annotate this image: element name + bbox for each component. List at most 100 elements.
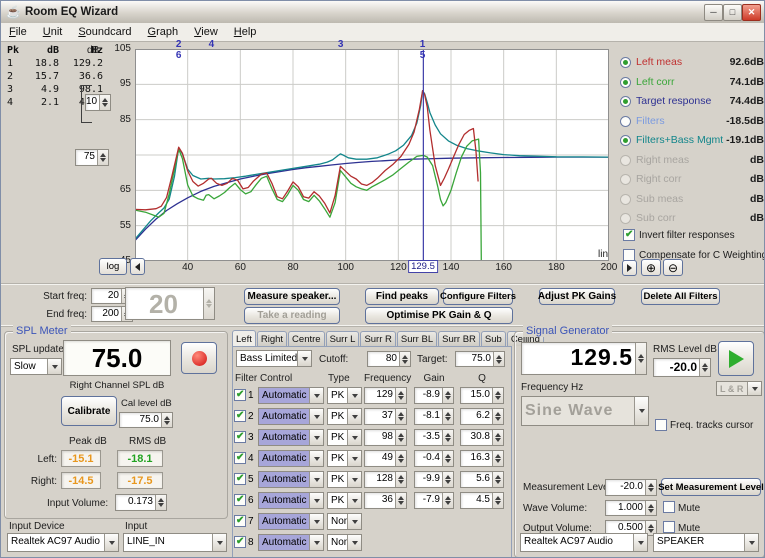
chevron-down-icon[interactable] <box>212 534 226 551</box>
take-a-reading-button[interactable]: Take a reading <box>244 307 340 324</box>
set-measurement-level-button[interactable]: Set Measurement Level <box>658 478 764 496</box>
filter-enable-checkbox-7[interactable] <box>234 515 246 527</box>
chevron-down-icon[interactable] <box>634 397 648 425</box>
chevron-down-icon[interactable] <box>309 493 323 508</box>
chevron-down-icon[interactable] <box>309 514 323 529</box>
record-button[interactable] <box>181 342 217 374</box>
filter-type-combo-7[interactable]: None <box>327 513 362 530</box>
menu-help[interactable]: Help <box>226 25 265 39</box>
chevron-down-icon[interactable] <box>309 430 323 445</box>
filter-gain-spinner-2[interactable]: -8.1 <box>414 408 454 425</box>
spinner-buttons[interactable] <box>635 343 646 374</box>
filter-frequency-spinner-1[interactable]: 129 <box>364 387 407 404</box>
zoom-in-button[interactable]: ⊕ <box>641 259 661 276</box>
adjust-pk-gains-button[interactable]: Adjust PK Gains <box>538 288 616 305</box>
chevron-down-icon[interactable] <box>347 451 361 466</box>
filter-type-combo-1[interactable]: PK <box>327 387 362 404</box>
menu-unit[interactable]: Unit <box>35 25 71 39</box>
configure-filters-button[interactable]: Configure Filters <box>440 288 516 305</box>
chevron-down-icon[interactable] <box>633 534 647 551</box>
filter-type-combo-5[interactable]: PK <box>327 471 362 488</box>
spinner-buttons[interactable] <box>442 388 453 403</box>
filter-q-spinner-1[interactable]: 15.0 <box>460 387 504 404</box>
input-volume-spinner[interactable]: 0.173 <box>115 494 167 511</box>
minimize-button[interactable]: ─ <box>704 4 723 21</box>
spinner-buttons[interactable] <box>399 352 410 366</box>
radio-filters[interactable] <box>620 115 631 127</box>
spinner-buttons[interactable] <box>395 409 406 424</box>
chevron-down-icon[interactable] <box>347 514 361 529</box>
tab-surr-bl[interactable]: Surr BL <box>396 331 438 346</box>
db-per-division-spinner[interactable]: 10 <box>85 94 111 111</box>
log-scale-button[interactable]: log <box>99 258 127 275</box>
chevron-down-icon[interactable] <box>309 535 323 550</box>
find-peaks-button[interactable]: Find peaks <box>365 288 439 305</box>
filter-enable-checkbox-4[interactable] <box>234 452 246 464</box>
waveform-combo[interactable]: Sine Wave <box>521 396 649 426</box>
spinner-buttons[interactable] <box>203 288 214 319</box>
filter-type-combo-6[interactable]: PK <box>327 492 362 509</box>
radio-left-corr[interactable] <box>620 76 631 88</box>
filter-control-combo-3[interactable]: Automatic <box>258 429 324 446</box>
chevron-down-icon[interactable] <box>747 382 761 395</box>
filter-gain-spinner-3[interactable]: -3.5 <box>414 429 454 446</box>
filter-frequency-spinner-6[interactable]: 36 <box>364 492 407 509</box>
spl-update-combo[interactable]: Slow <box>10 358 62 375</box>
menu-graph[interactable]: Graph <box>140 25 187 39</box>
filter-frequency-spinner-4[interactable]: 49 <box>364 450 407 467</box>
menu-file[interactable]: File <box>1 25 35 39</box>
title-bar[interactable]: ☕ Room EQ Wizard ─ □ ✕ <box>1 1 764 24</box>
chevron-down-icon[interactable] <box>347 409 361 424</box>
chevron-down-icon[interactable] <box>744 534 758 551</box>
radio-target-response[interactable] <box>620 96 631 107</box>
generator-frequency-spinner[interactable]: 129.5 <box>521 342 647 375</box>
frequency-response-chart[interactable] <box>135 49 609 261</box>
freq-tracks-cursor-checkbox[interactable] <box>655 419 667 431</box>
chevron-down-icon[interactable] <box>309 451 323 466</box>
invert-filter-responses-checkbox[interactable] <box>623 229 635 241</box>
measurement-level-spinner[interactable]: -20.0 <box>605 479 657 496</box>
spinner-buttons[interactable] <box>492 472 503 487</box>
chevron-down-icon[interactable] <box>309 409 323 424</box>
maximize-button[interactable]: □ <box>723 4 742 21</box>
filter-q-spinner-3[interactable]: 30.8 <box>460 429 504 446</box>
filter-frequency-spinner-5[interactable]: 128 <box>364 471 407 488</box>
spinner-buttons[interactable] <box>155 495 166 510</box>
spinner-buttons[interactable] <box>492 451 503 466</box>
chevron-down-icon[interactable] <box>297 351 311 366</box>
tab-surr-br[interactable]: Surr BR <box>438 331 480 346</box>
spinner-buttons[interactable] <box>493 352 504 366</box>
spinner-buttons[interactable] <box>395 493 406 508</box>
chevron-down-icon[interactable] <box>309 472 323 487</box>
filter-q-spinner-5[interactable]: 5.6 <box>460 471 504 488</box>
tab-surr-r[interactable]: Surr R <box>360 331 396 346</box>
filter-enable-checkbox-8[interactable] <box>234 536 246 548</box>
filter-frequency-spinner-3[interactable]: 98 <box>364 429 407 446</box>
spinner-buttons[interactable] <box>645 480 656 495</box>
input-device-combo[interactable]: Realtek AC97 Audio <box>7 533 119 552</box>
output-mute-checkbox[interactable] <box>663 521 675 533</box>
filter-control-combo-1[interactable]: Automatic <box>258 387 324 404</box>
filter-control-combo-5[interactable]: Automatic <box>258 471 324 488</box>
menu-view[interactable]: View <box>186 25 226 39</box>
frequency-readout-display[interactable]: 20 <box>125 287 215 320</box>
chevron-down-icon[interactable] <box>347 430 361 445</box>
filter-q-spinner-2[interactable]: 6.2 <box>460 408 504 425</box>
optimise-pk-gain-q-button[interactable]: Optimise PK Gain & Q <box>365 307 513 324</box>
filter-frequency-spinner-2[interactable]: 37 <box>364 408 407 425</box>
output-combo[interactable]: SPEAKER <box>653 533 759 552</box>
cutoff-spinner[interactable]: 80 <box>367 351 411 367</box>
filter-control-combo-8[interactable]: Automatic <box>258 534 324 551</box>
filter-control-combo-2[interactable]: Automatic <box>258 408 324 425</box>
filter-enable-checkbox-1[interactable] <box>234 389 246 401</box>
target-spinner[interactable]: 75.0 <box>455 351 505 367</box>
filter-type-combo-4[interactable]: PK <box>327 450 362 467</box>
filter-enable-checkbox-3[interactable] <box>234 431 246 443</box>
spinner-buttons[interactable] <box>395 472 406 487</box>
spinner-buttons[interactable] <box>442 430 453 445</box>
chevron-down-icon[interactable] <box>347 535 361 550</box>
filter-q-spinner-4[interactable]: 16.3 <box>460 450 504 467</box>
wave-mute-checkbox[interactable] <box>663 501 675 513</box>
tab-left[interactable]: Left <box>232 330 256 346</box>
spinner-buttons[interactable] <box>161 413 172 427</box>
